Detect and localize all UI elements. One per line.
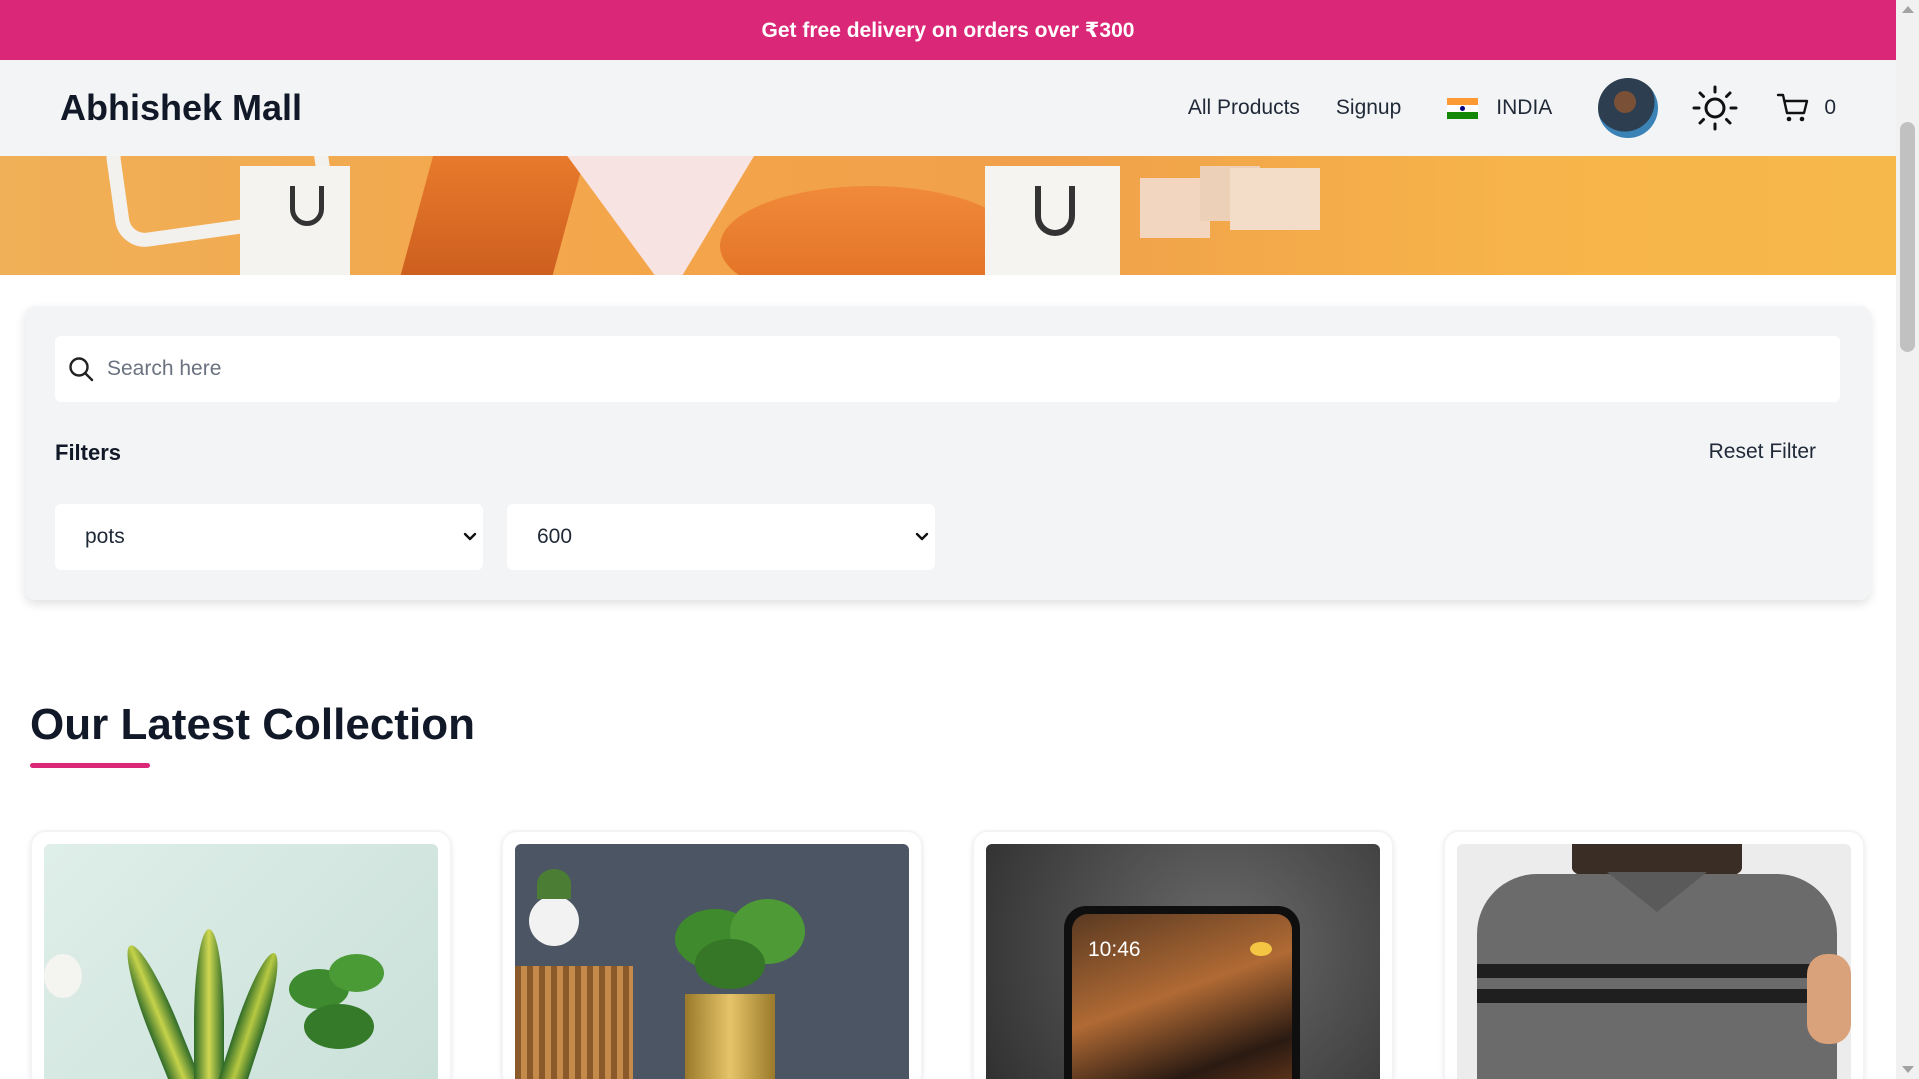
main-nav: All Products Signup INDIA 0 (1188, 78, 1836, 138)
product-card[interactable]: 10:46 (972, 830, 1394, 1079)
filter-panel: Filters Reset Filter pots 600 (25, 306, 1870, 600)
hero-banner (0, 156, 1896, 275)
scroll-down-arrow-icon[interactable] (1902, 1066, 1914, 1073)
india-flag-icon (1447, 97, 1479, 119)
phone-time: 10:46 (1088, 938, 1141, 961)
country-label: INDIA (1496, 96, 1553, 119)
sun-icon (1692, 85, 1738, 131)
search-icon (69, 357, 94, 382)
product-card[interactable] (1443, 830, 1865, 1079)
cart-count: 0 (1824, 96, 1836, 119)
filters-heading: Filters (55, 440, 122, 465)
nav-signup[interactable]: Signup (1336, 96, 1401, 120)
theme-toggle-button[interactable] (1692, 85, 1738, 131)
product-card[interactable] (501, 830, 923, 1079)
category-select-value: pots (85, 525, 125, 548)
header: Abhishek Mall All Products Signup INDIA (0, 60, 1896, 156)
cart-button[interactable]: 0 (1776, 92, 1836, 124)
search-bar[interactable] (55, 336, 1840, 402)
scrollbar-thumb[interactable] (1900, 122, 1915, 352)
reset-filter-button[interactable]: Reset Filter (1709, 440, 1816, 464)
title-underline (30, 763, 150, 768)
product-image-shirt (1457, 844, 1851, 1079)
brand-logo[interactable]: Abhishek Mall (60, 87, 302, 129)
chevron-down-icon (463, 532, 477, 541)
chevron-down-icon (915, 532, 929, 541)
page-scrollbar[interactable] (1896, 0, 1919, 1079)
scroll-up-arrow-icon[interactable] (1902, 6, 1914, 13)
price-select[interactable]: 600 (507, 504, 935, 570)
user-avatar[interactable] (1598, 78, 1659, 138)
product-image-smartphone: 10:46 (986, 844, 1380, 1079)
cart-icon (1777, 93, 1809, 122)
product-image-snake-plant (44, 844, 438, 1079)
price-select-value: 600 (537, 525, 573, 548)
promo-bar: Get free delivery on orders over ₹300 (0, 0, 1896, 60)
nav-all-products[interactable]: All Products (1188, 96, 1300, 120)
product-card[interactable] (30, 830, 452, 1079)
page: Get free delivery on orders over ₹300 Ab… (0, 0, 1896, 1079)
product-image-gold-pot-plant (515, 844, 909, 1079)
promo-text: Get free delivery on orders over ₹300 (761, 18, 1135, 42)
search-input[interactable] (107, 357, 1807, 381)
country-selector[interactable]: INDIA (1447, 96, 1552, 120)
category-select[interactable]: pots (55, 504, 483, 570)
collection-title: Our Latest Collection (30, 700, 475, 749)
